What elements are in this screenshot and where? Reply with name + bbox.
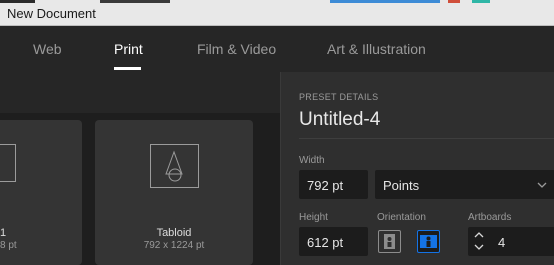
background-sliver	[330, 0, 440, 3]
background-sliver	[0, 0, 35, 3]
active-tab-indicator	[114, 67, 141, 70]
document-name[interactable]: Untitled-4	[299, 109, 380, 131]
orientation-label: Orientation	[377, 212, 426, 223]
page-icon	[150, 144, 199, 188]
landscape-button[interactable]	[417, 230, 440, 253]
artboards-value: 4	[498, 235, 506, 250]
tab-print[interactable]: Print	[114, 41, 143, 57]
preset-card[interactable]: 1 8 pt	[0, 120, 82, 265]
window-titlebar: New Document	[0, 0, 554, 26]
name-underline	[299, 138, 554, 139]
preset-card-title: Tabloid	[156, 227, 192, 239]
tab-web[interactable]: Web	[33, 41, 62, 57]
shapes-icon	[165, 150, 183, 182]
background-sliver	[472, 0, 490, 3]
height-value: 612 pt	[307, 235, 344, 250]
preset-gallery: 1 8 pt Tabloid 792 x 1224 pt	[0, 72, 280, 265]
chevron-down-icon	[537, 182, 547, 188]
artboards-stepper[interactable]: 4	[468, 227, 554, 256]
height-field[interactable]: 612 pt	[299, 227, 368, 256]
background-sliver	[100, 0, 170, 3]
preset-details-panel: PRESET DETAILS Untitled-4 Width 792 pt P…	[280, 72, 554, 265]
landscape-icon	[420, 235, 437, 248]
section-label: PRESET DETAILS	[299, 92, 379, 102]
width-label: Width	[299, 155, 325, 166]
stepper-icon[interactable]	[474, 230, 484, 252]
category-tabs: Web Print Film & Video Art & Illustratio…	[0, 26, 554, 73]
tab-film-video[interactable]: Film & Video	[197, 41, 276, 57]
preset-card-size: 792 x 1224 pt	[143, 240, 205, 251]
units-select[interactable]: Points	[375, 170, 554, 199]
gallery-header	[0, 72, 280, 113]
tab-art-illustration[interactable]: Art & Illustration	[327, 41, 426, 57]
preset-card-title: 1	[0, 227, 7, 239]
units-value: Points	[383, 178, 420, 193]
portrait-icon	[384, 234, 395, 249]
height-label: Height	[299, 212, 328, 223]
artboards-label: Artboards	[468, 212, 512, 223]
width-value: 792 pt	[307, 178, 344, 193]
window-title: New Document	[7, 6, 96, 21]
preset-card-tabloid[interactable]: Tabloid 792 x 1224 pt	[95, 120, 253, 265]
portrait-button[interactable]	[378, 230, 401, 253]
page-icon	[0, 144, 16, 182]
width-field[interactable]: 792 pt	[299, 170, 368, 199]
background-sliver	[448, 0, 460, 3]
preset-card-size: 8 pt	[0, 240, 17, 251]
